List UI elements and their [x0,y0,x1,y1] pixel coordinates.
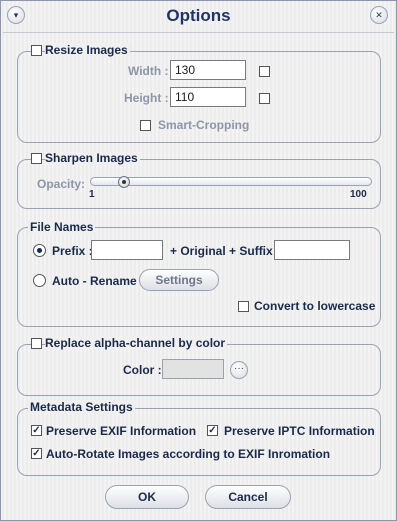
close-button[interactable]: ✕ [370,6,388,24]
settings-button[interactable]: Settings [139,269,219,291]
resize-legend: Resize Images [45,43,130,57]
lowercase-label: Convert to lowercase [254,299,376,313]
check-icon: ✓ [32,425,41,436]
file-names-legend: File Names [28,220,96,234]
color-swatch[interactable] [162,359,224,379]
sharpen-legend: Sharpen Images [45,151,140,165]
height-field[interactable]: 110 [170,87,246,107]
width-label: Width : [128,64,169,78]
prefix-label: Prefix : [52,244,93,258]
auto-rename-radio[interactable] [33,274,46,287]
color-picker-button[interactable]: ··· [230,361,248,379]
title-separator [3,32,394,33]
alpha-legend: Replace alpha-channel by color [45,336,228,350]
alpha-checkbox[interactable] [31,338,42,349]
height-label: Height : [124,91,169,105]
check-icon: ✓ [32,448,41,459]
width-lock-checkbox[interactable] [259,66,270,77]
lowercase-checkbox[interactable] [238,301,249,312]
preserve-iptc-label: Preserve IPTC Information [224,424,375,438]
suffix-field[interactable] [274,240,350,260]
width-field[interactable]: 130 [170,60,246,80]
opacity-max-label: 100 [350,189,367,200]
original-suffix-label: + Original + Suffix : [170,244,281,258]
smart-cropping-checkbox[interactable] [140,120,151,131]
title-bar: ▾ Options ✕ [1,1,396,31]
smart-cropping-label: Smart-Cropping [158,118,250,132]
preserve-exif-label: Preserve EXIF Information [46,424,197,438]
color-label: Color : [123,363,162,377]
prefix-field[interactable] [91,240,163,260]
preserve-exif-checkbox[interactable]: ✓ [31,425,42,436]
metadata-legend: Metadata Settings [28,400,135,414]
height-lock-checkbox[interactable] [259,93,270,104]
prefix-radio[interactable] [33,244,46,257]
ok-button[interactable]: OK [105,485,189,509]
auto-rename-label: Auto - Rename [52,274,137,288]
metadata-group [17,408,381,476]
auto-rotate-checkbox[interactable]: ✓ [31,448,42,459]
radio-selected-dot [37,248,42,253]
resize-checkbox[interactable] [31,45,42,56]
options-window: ▾ Options ✕ Resize Images Width : 130 He… [0,0,397,521]
sharpen-checkbox[interactable] [31,153,42,164]
close-icon: ✕ [375,10,383,20]
opacity-min-label: 1 [89,189,95,200]
check-icon: ✓ [208,425,217,436]
opacity-slider[interactable] [90,177,372,186]
auto-rotate-label: Auto-Rotate Images according to EXIF Inr… [46,447,331,461]
cancel-button[interactable]: Cancel [205,485,291,509]
more-icon: ··· [234,363,244,374]
opacity-label: Opacity: [37,177,86,191]
window-title: Options [166,6,231,25]
preserve-iptc-checkbox[interactable]: ✓ [207,425,218,436]
opacity-slider-thumb[interactable] [117,176,130,188]
